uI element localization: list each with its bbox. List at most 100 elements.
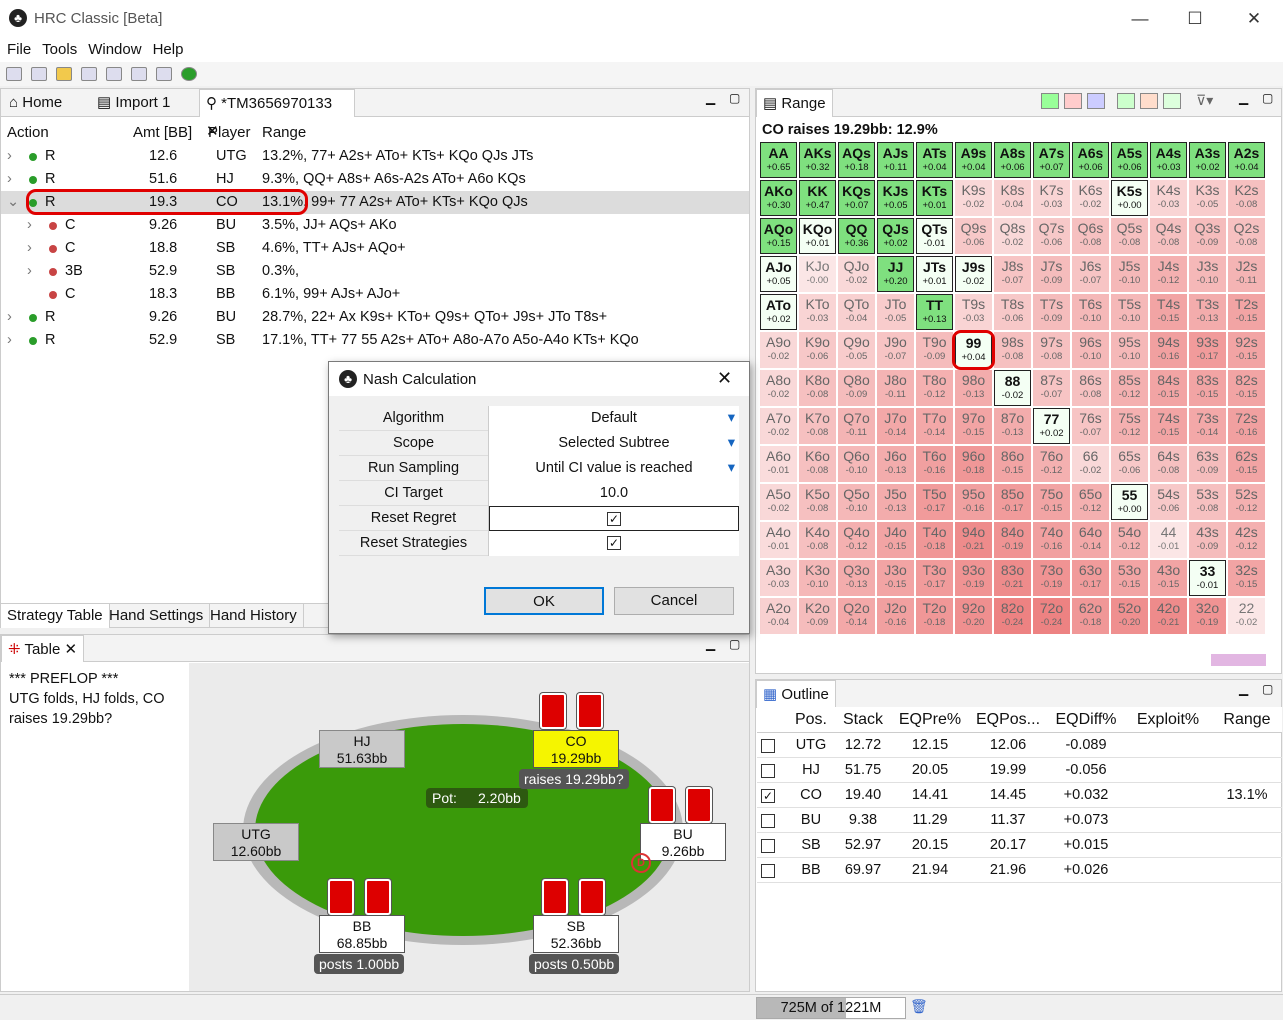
tab-import[interactable]: ▤ Import 1 — [91, 89, 176, 117]
tree-row[interactable]: › 3B 52.9 SB 0.3%, — [1, 260, 749, 283]
hand-cell[interactable]: ATo +0.02 — [760, 294, 797, 330]
dialog-close-icon[interactable]: ✕ — [717, 368, 732, 389]
hand-cell[interactable]: T5s -0.10 — [1111, 294, 1148, 330]
hand-cell[interactable]: KTs +0.01 — [916, 180, 953, 216]
hand-cell[interactable]: 63o -0.17 — [1072, 560, 1109, 596]
hand-cell[interactable]: JTs +0.01 — [916, 256, 953, 292]
hand-cell[interactable]: Q2s -0.08 — [1228, 218, 1265, 254]
tree-row[interactable]: › C 18.8 SB 4.6%, TT+ AJs+ AQo+ — [1, 237, 749, 260]
hand-cell[interactable]: J7o -0.14 — [877, 408, 914, 444]
hand-cell[interactable]: T2s -0.15 — [1228, 294, 1265, 330]
hand-cell[interactable]: 82o -0.24 — [994, 598, 1031, 634]
tree-row[interactable]: › R 12.6 UTG 13.2%, 77+ A2s+ ATo+ KTs+ KQo Q… — [1, 145, 749, 168]
hand-cell[interactable]: K9o -0.06 — [799, 332, 836, 368]
hand-cell[interactable]: 92o -0.20 — [955, 598, 992, 634]
hand-cell[interactable]: 63s -0.09 — [1189, 446, 1226, 482]
hand-cell[interactable]: 42s -0.12 — [1228, 522, 1265, 558]
tree-row[interactable]: C 18.3 BB 6.1%, 99+ AJs+ AJo+ — [1, 283, 749, 306]
hand-cell[interactable]: A7s +0.07 — [1033, 142, 1070, 178]
hand-cell[interactable]: A6o -0.01 — [760, 446, 797, 482]
hand-cell[interactable]: 65s -0.06 — [1111, 446, 1148, 482]
hand-cell[interactable]: J4s -0.12 — [1150, 256, 1187, 292]
hand-cell[interactable]: Q8o -0.09 — [838, 370, 875, 406]
filter-icon[interactable]: ⊽▾ — [1196, 92, 1213, 109]
hand-cell[interactable]: Q3s -0.09 — [1189, 218, 1226, 254]
hand-cell[interactable]: K2s -0.08 — [1228, 180, 1265, 216]
hand-cell[interactable]: K5s +0.00 — [1111, 180, 1148, 216]
hand-cell[interactable]: 43o -0.15 — [1150, 560, 1187, 596]
field-checkbox[interactable]: ✓ — [607, 536, 621, 550]
seat-co[interactable]: CO 19.29bb — [533, 730, 619, 768]
hand-cell[interactable]: 76s -0.07 — [1072, 408, 1109, 444]
hand-cell[interactable]: 94o -0.21 — [955, 522, 992, 558]
cancel-button[interactable]: Cancel — [614, 587, 734, 615]
hand-cell[interactable]: 55 +0.00 — [1111, 484, 1148, 520]
tree-row[interactable]: › R 52.9 SB 17.1%, TT+ 77 55 A2s+ ATo+ A8o-A… — [1, 329, 749, 352]
maximize-view-icon[interactable]: ▢ — [1262, 682, 1273, 696]
save-icon[interactable] — [131, 67, 147, 81]
hand-cell[interactable]: 75s -0.12 — [1111, 408, 1148, 444]
close-tab-icon[interactable]: ✕ — [60, 641, 77, 658]
hand-cell[interactable]: T3s -0.13 — [1189, 294, 1226, 330]
expand-icon[interactable]: › — [27, 260, 32, 283]
outline-row[interactable]: ✓ CO 19.40 14.41 14.45 +0.032 13.1% — [757, 783, 1282, 808]
dropdown-arrow-icon[interactable]: ▾ — [728, 456, 735, 481]
hand-cell[interactable]: T6s -0.10 — [1072, 294, 1109, 330]
trash-icon[interactable]: 🗑 — [910, 998, 928, 1015]
hand-cell[interactable]: QJo -0.02 — [838, 256, 875, 292]
outline-row[interactable]: BB 69.97 21.94 21.96 +0.026 — [757, 858, 1282, 883]
hand-cell[interactable]: 98s -0.08 — [994, 332, 1031, 368]
hand-cell[interactable]: J3s -0.10 — [1189, 256, 1226, 292]
expand-icon[interactable]: › — [7, 168, 12, 191]
col-exploit[interactable]: Exploit% — [1125, 707, 1211, 732]
hand-cell[interactable]: A8o -0.02 — [760, 370, 797, 406]
hand-cell[interactable]: J3o -0.15 — [877, 560, 914, 596]
col-range[interactable]: Range — [1213, 707, 1281, 732]
hand-cell[interactable]: AQs +0.18 — [838, 142, 875, 178]
hand-cell[interactable]: T9s -0.03 — [955, 294, 992, 330]
hand-cell[interactable]: 83o -0.21 — [994, 560, 1031, 596]
hand-cell[interactable]: T4s -0.15 — [1150, 294, 1187, 330]
hand-cell[interactable]: 54s -0.06 — [1150, 484, 1187, 520]
hand-cell[interactable]: AKs +0.32 — [799, 142, 836, 178]
hand-cell[interactable]: QQ +0.36 — [838, 218, 875, 254]
hand-cell[interactable]: 62s -0.15 — [1228, 446, 1265, 482]
tab-table[interactable]: ⁜ Table ✕ — [1, 635, 85, 662]
minimize-view-icon[interactable]: ▁ — [1239, 91, 1248, 105]
hand-cell[interactable]: A2s +0.04 — [1228, 142, 1265, 178]
hand-cell[interactable]: J5o -0.13 — [877, 484, 914, 520]
dropdown-arrow-icon[interactable]: ▾ — [728, 431, 735, 456]
hand-cell[interactable]: J6o -0.13 — [877, 446, 914, 482]
col-eqpost[interactable]: EQPos... — [969, 707, 1047, 732]
save-all-icon[interactable] — [156, 67, 172, 81]
tab-hand-history[interactable]: Hand History — [204, 604, 304, 628]
hand-cell[interactable]: A5o -0.02 — [760, 484, 797, 520]
hand-cell[interactable]: K9s -0.02 — [955, 180, 992, 216]
field-value[interactable]: ✓ — [489, 531, 739, 556]
hand-cell[interactable]: 66 -0.02 — [1072, 446, 1109, 482]
hand-cell[interactable]: KJs +0.05 — [877, 180, 914, 216]
hand-cell[interactable]: 76o -0.12 — [1033, 446, 1070, 482]
field-value[interactable]: ✓ — [489, 506, 739, 531]
tab-range[interactable]: ▤ Range — [756, 89, 833, 117]
hand-cell[interactable]: 32s -0.15 — [1228, 560, 1265, 596]
hand-cell[interactable]: 84o -0.19 — [994, 522, 1031, 558]
hand-cell[interactable]: 44 -0.01 — [1150, 522, 1187, 558]
hand-cell[interactable]: 87s -0.07 — [1033, 370, 1070, 406]
hand-cell[interactable]: 97o -0.15 — [955, 408, 992, 444]
hand-cell[interactable]: 88 -0.02 — [994, 370, 1031, 406]
tab-tree[interactable]: ⚲ *TM3656970133 ✕ — [199, 89, 355, 140]
hand-cell[interactable]: 53o -0.15 — [1111, 560, 1148, 596]
hand-cell[interactable]: 64o -0.14 — [1072, 522, 1109, 558]
view-toggle-icon[interactable] — [1041, 93, 1059, 109]
color-mode-icon[interactable] — [1140, 93, 1158, 109]
hand-cell[interactable]: 62o -0.18 — [1072, 598, 1109, 634]
tree-row[interactable]: › R 9.26 BU 28.7%, 22+ Ax K9s+ KTo+ Q9s+ QTo… — [1, 306, 749, 329]
hand-cell[interactable]: 93s -0.17 — [1189, 332, 1226, 368]
tab-home[interactable]: ⌂ Home — [3, 89, 68, 117]
hand-cell[interactable]: T8o -0.12 — [916, 370, 953, 406]
hand-cell[interactable]: Q4o -0.12 — [838, 522, 875, 558]
hand-cell[interactable]: 96s -0.10 — [1072, 332, 1109, 368]
field-checkbox[interactable]: ✓ — [607, 512, 621, 526]
seat-utg[interactable]: UTG 12.60bb — [213, 823, 299, 861]
